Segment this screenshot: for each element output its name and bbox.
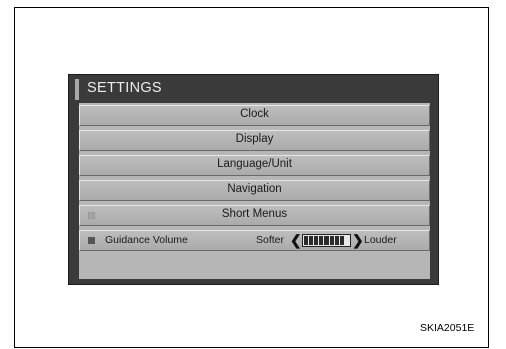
display-label: Display (235, 133, 274, 145)
navigation-label: Navigation (227, 183, 282, 195)
short-menus-label: Short Menus (221, 208, 288, 220)
page-title: SETTINGS (87, 80, 162, 96)
softer-label: Softer (256, 234, 285, 246)
volume-decrease-arrow-icon[interactable]: ❮ (290, 232, 302, 248)
guidance-volume-indicator-icon (88, 237, 95, 244)
volume-segment (314, 236, 319, 245)
volume-segment (344, 236, 349, 245)
volume-increase-arrow-icon[interactable]: ❯ (352, 232, 364, 248)
volume-segment (304, 236, 309, 245)
figure-id-label: SKIA2051E (420, 322, 475, 334)
volume-segment (319, 236, 324, 245)
guidance-volume-label: Guidance Volume (105, 234, 188, 246)
volume-segment (334, 236, 339, 245)
clock-label: Clock (240, 108, 269, 120)
volume-segment (339, 236, 344, 245)
volume-segment (329, 236, 334, 245)
language-unit-button[interactable]: Language/Unit (79, 155, 430, 176)
clock-button[interactable]: Clock (79, 105, 430, 126)
volume-segment (309, 236, 314, 245)
settings-screen: SETTINGS Clock Display Language/Unit Nav… (68, 74, 439, 285)
language-unit-label: Language/Unit (217, 158, 292, 170)
display-button[interactable]: Display (79, 130, 430, 151)
title-bar: SETTINGS (69, 75, 438, 103)
short-menus-button[interactable]: Short Menus (79, 205, 430, 226)
volume-segment (324, 236, 329, 245)
volume-level-bar[interactable] (302, 234, 351, 247)
title-tab-marker (75, 79, 79, 100)
guidance-volume-row[interactable]: Guidance Volume Softer ❮ ❯ Louder (79, 230, 430, 251)
navigation-button[interactable]: Navigation (79, 180, 430, 201)
louder-label: Louder (364, 234, 397, 246)
